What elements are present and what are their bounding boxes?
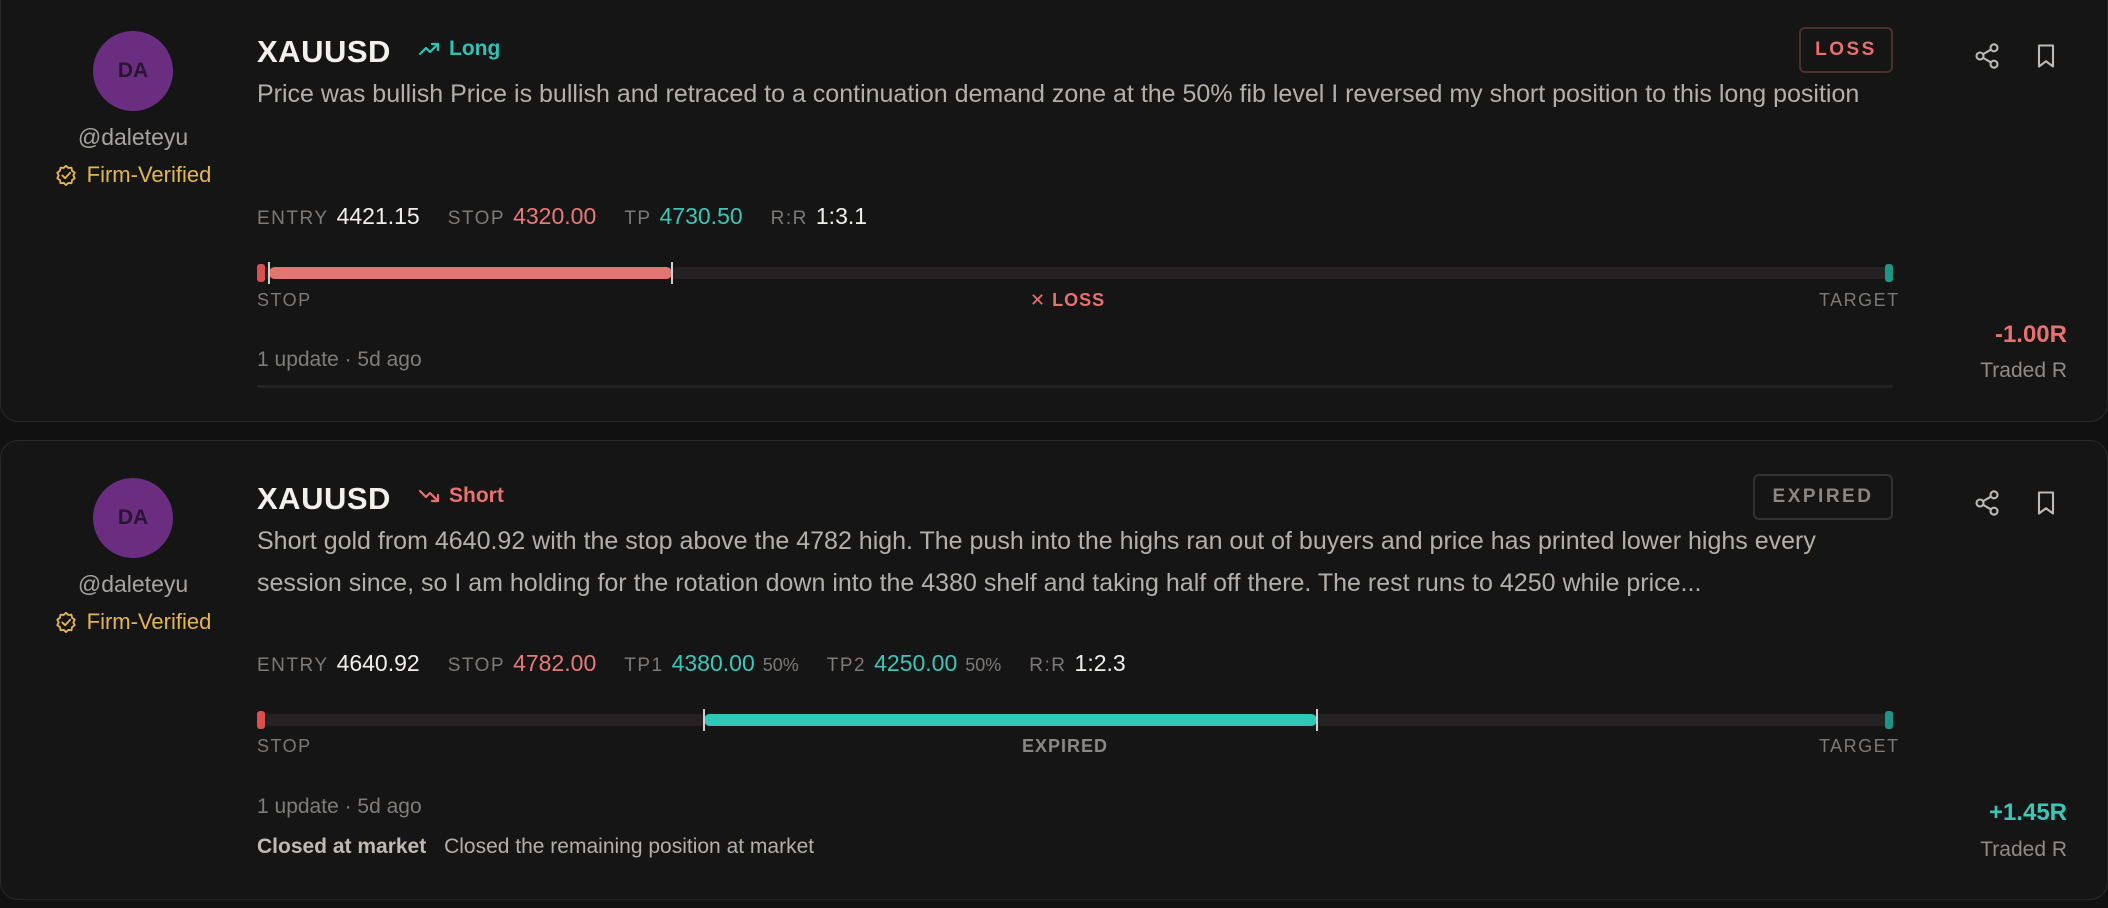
price-tick-end xyxy=(1315,709,1318,731)
stop-value: 4320.00 xyxy=(513,203,597,229)
trend-up-icon xyxy=(418,42,440,56)
rr-metric: R:R 1:2.3 xyxy=(1029,650,1125,677)
progress-track xyxy=(257,262,1893,284)
share-button[interactable] xyxy=(1970,39,2004,73)
time-ago: · 5d ago xyxy=(344,348,422,371)
progress-fill xyxy=(269,267,672,279)
update-info[interactable]: 1 update · 5d ago xyxy=(257,795,422,819)
tp1-percent: 50% xyxy=(762,655,799,675)
verified-label: Firm-Verified xyxy=(86,162,212,187)
status-badge: LOSS xyxy=(1799,27,1893,73)
price-tick-end xyxy=(671,262,673,284)
stop-label: STOP xyxy=(447,655,506,676)
stop-marker xyxy=(257,711,265,729)
share-icon xyxy=(1975,43,1999,69)
tp2-percent: 50% xyxy=(965,655,1002,675)
tp1-label: TP1 xyxy=(624,655,664,676)
trade-symbol[interactable]: XAUUSD xyxy=(257,34,391,70)
verified-badge-icon xyxy=(56,611,76,633)
share-button[interactable] xyxy=(1970,486,2004,520)
share-icon xyxy=(1975,490,1999,516)
bookmark-icon xyxy=(2037,491,2055,515)
tp-label: TP xyxy=(624,208,652,229)
rr-label: R:R xyxy=(1029,655,1067,676)
avatar[interactable]: DA xyxy=(93,31,173,111)
target-marker xyxy=(1885,264,1893,282)
firm-verified-badge: Firm-Verified xyxy=(1,162,265,188)
bookmark-button[interactable] xyxy=(2029,39,2063,73)
direction-label: Short xyxy=(449,484,504,507)
trade-description: Price was bullish Price is bullish and r… xyxy=(257,80,1860,108)
entry-label: ENTRY xyxy=(257,208,329,229)
update-count[interactable]: 1 update xyxy=(257,348,339,371)
tp2-value: 4250.00 xyxy=(874,650,958,676)
progress-stop-label: STOP xyxy=(257,290,312,310)
rr-value: 1:3.1 xyxy=(815,203,868,229)
entry-value: 4640.92 xyxy=(336,650,420,676)
user-handle[interactable]: @daleteyu xyxy=(1,571,265,598)
stop-metric: STOP 4782.00 xyxy=(448,650,597,677)
progress-target-label: TARGET xyxy=(1819,290,1900,310)
trade-symbol[interactable]: XAUUSD xyxy=(257,481,391,517)
progress-track xyxy=(257,709,1893,731)
progress-result-label: ✕ LOSS xyxy=(1030,290,1106,310)
entry-metric: ENTRY 4421.15 xyxy=(257,203,420,230)
stop-metric: STOP 4320.00 xyxy=(448,203,597,230)
traded-r-label: Traded R xyxy=(1980,838,2067,861)
card-divider xyxy=(257,385,1893,388)
trade-description: Short gold from 4640.92 with the stop ab… xyxy=(257,527,1816,597)
entry-value: 4421.15 xyxy=(336,203,420,229)
firm-verified-badge: Firm-Verified xyxy=(1,609,265,635)
tp-value: 4730.50 xyxy=(659,203,743,229)
rr-metric: R:R 1:3.1 xyxy=(771,203,867,230)
direction-indicator: Short xyxy=(417,484,504,508)
bookmark-icon xyxy=(2037,44,2055,68)
rr-value: 1:2.3 xyxy=(1074,650,1126,676)
entry-label: ENTRY xyxy=(257,655,329,676)
progress-stop-label: STOP xyxy=(257,736,312,756)
trade-card[interactable]: DA @daleteyu Firm-Verified XAUUSD Short … xyxy=(0,440,2108,900)
stop-value: 4782.00 xyxy=(513,650,597,676)
closed-note: Closed at market Closed the remaining po… xyxy=(257,835,814,859)
tp1-value: 4380.00 xyxy=(671,650,755,676)
progress-fill xyxy=(704,714,1317,726)
direction-label: Long xyxy=(449,37,501,60)
target-marker xyxy=(1885,711,1893,729)
tp-metric: TP 4730.50 xyxy=(624,203,742,230)
closed-title: Closed at market xyxy=(257,835,427,858)
rr-label: R:R xyxy=(770,208,808,229)
traded-r-label: Traded R xyxy=(1980,359,2067,382)
tp2-label: TP2 xyxy=(826,655,867,676)
avatar[interactable]: DA xyxy=(93,478,173,558)
progress-result-label: EXPIRED xyxy=(1022,736,1109,756)
traded-r-value: -1.00R xyxy=(1994,321,2067,348)
status-badge: EXPIRED xyxy=(1753,474,1893,520)
trend-down-icon xyxy=(418,489,440,503)
progress-target-label: TARGET xyxy=(1819,736,1900,756)
time-ago: · 5d ago xyxy=(344,795,422,818)
trade-metrics: ENTRY 4421.15 STOP 4320.00 TP 4730.50 R:… xyxy=(257,203,895,230)
update-count[interactable]: 1 update xyxy=(257,795,339,818)
verified-label: Firm-Verified xyxy=(86,609,212,634)
stop-marker xyxy=(257,264,265,282)
tp2-metric: TP2 4250.00 50% xyxy=(827,650,1002,677)
bookmark-button[interactable] xyxy=(2029,486,2063,520)
direction-indicator: Long xyxy=(417,37,500,61)
trade-card[interactable]: DA @daleteyu Firm-Verified XAUUSD Long L… xyxy=(0,0,2108,422)
trade-metrics: ENTRY 4640.92 STOP 4782.00 TP1 4380.00 5… xyxy=(257,650,1154,677)
stop-label: STOP xyxy=(447,208,506,229)
entry-metric: ENTRY 4640.92 xyxy=(257,650,420,677)
closed-description: Closed the remaining position at market xyxy=(444,835,815,858)
verified-badge-icon xyxy=(56,164,76,186)
price-tick-start xyxy=(703,709,706,731)
update-info[interactable]: 1 update · 5d ago xyxy=(257,348,422,372)
user-handle[interactable]: @daleteyu xyxy=(1,124,265,151)
tp1-metric: TP1 4380.00 50% xyxy=(624,650,799,677)
price-tick-start xyxy=(268,262,270,284)
traded-r-value: +1.45R xyxy=(1988,799,2067,826)
